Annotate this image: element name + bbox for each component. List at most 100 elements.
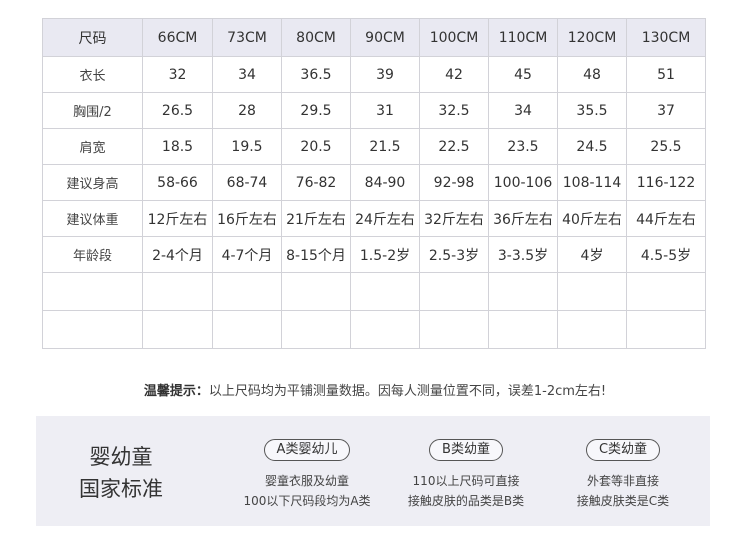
table-row: 建议身高 58-66 68-74 76-82 84-90 92-98 100-1… — [42, 164, 706, 201]
table-cell: 44斤左右 — [626, 200, 706, 237]
table-cell: 36.5 — [281, 56, 351, 93]
table-cell: 45 — [488, 56, 558, 93]
table-cell: 37 — [626, 92, 706, 129]
empty-row — [42, 272, 706, 311]
table-cell: 29.5 — [281, 92, 351, 129]
table-cell: 42 — [419, 56, 489, 93]
table-row: 肩宽 18.5 19.5 20.5 21.5 22.5 23.5 24.5 25… — [42, 128, 706, 165]
table-cell: 4岁 — [557, 236, 627, 273]
header-cell: 110CM — [488, 18, 558, 57]
standard-title-line: 国家标准 — [79, 477, 163, 501]
table-row: 衣长 32 34 36.5 39 42 45 48 51 — [42, 56, 706, 93]
header-cell: 90CM — [350, 18, 420, 57]
table-cell: 40斤左右 — [557, 200, 627, 237]
row-label: 肩宽 — [42, 128, 143, 165]
table-cell: 19.5 — [212, 128, 282, 165]
table-cell: 1.5-2岁 — [350, 236, 420, 273]
header-cell: 尺码 — [42, 18, 143, 57]
header-cell: 120CM — [557, 18, 627, 57]
empty-cell — [557, 310, 627, 349]
class-b-badge: B类幼童 — [429, 439, 503, 461]
empty-cell — [350, 310, 420, 349]
table-cell: 92-98 — [419, 164, 489, 201]
table-cell: 4.5-5岁 — [626, 236, 706, 273]
table-cell: 100-106 — [488, 164, 558, 201]
header-cell: 73CM — [212, 18, 282, 57]
row-label: 建议身高 — [42, 164, 143, 201]
empty-cell — [626, 272, 706, 311]
table-row: 年龄段 2-4个月 4-7个月 8-15个月 1.5-2岁 2.5-3岁 3-3… — [42, 236, 706, 273]
class-a-block: A类婴幼儿 婴童衣服及幼童 100以下尺码段均为A类 — [222, 438, 392, 511]
description-line: 外套等非直接 — [586, 474, 659, 488]
national-standard-panel: 婴幼童 国家标准 A类婴幼儿 婴童衣服及幼童 100以下尺码段均为A类 B类幼童… — [36, 416, 710, 526]
description-line: 110以上尺码可直接 — [412, 474, 520, 488]
table-cell: 23.5 — [488, 128, 558, 165]
table-row: 胸围/2 26.5 28 29.5 31 32.5 34 35.5 37 — [42, 92, 706, 129]
table-cell: 34 — [488, 92, 558, 129]
empty-cell — [350, 272, 420, 311]
table-cell: 21斤左右 — [281, 200, 351, 237]
table-cell: 20.5 — [281, 128, 351, 165]
table-cell: 8-15个月 — [281, 236, 351, 273]
class-c-block: C类幼童 外套等非直接 接触皮肤类是C类 — [538, 438, 708, 511]
notice-label: 温馨提示： — [143, 384, 209, 399]
class-b-description: 110以上尺码可直接 接触皮肤的品类是B类 — [381, 471, 551, 511]
empty-cell — [212, 310, 282, 349]
row-label: 胸围/2 — [42, 92, 143, 129]
description-line: 接触皮肤的品类是B类 — [407, 494, 525, 508]
table-cell: 22.5 — [419, 128, 489, 165]
table-cell: 116-122 — [626, 164, 706, 201]
header-cell: 66CM — [142, 18, 213, 57]
empty-cell — [42, 310, 143, 349]
header-cell: 130CM — [626, 18, 706, 57]
table-cell: 108-114 — [557, 164, 627, 201]
table-cell: 68-74 — [212, 164, 282, 201]
table-cell: 28 — [212, 92, 282, 129]
row-label: 建议体重 — [42, 200, 143, 237]
table-cell: 48 — [557, 56, 627, 93]
table-cell: 34 — [212, 56, 282, 93]
empty-cell — [419, 272, 489, 311]
description-line: 接触皮肤类是C类 — [576, 494, 670, 508]
header-cell: 100CM — [419, 18, 489, 57]
table-cell: 58-66 — [142, 164, 213, 201]
row-label: 衣长 — [42, 56, 143, 93]
class-a-badge: A类婴幼儿 — [263, 439, 351, 461]
table-header-row: 尺码 66CM 73CM 80CM 90CM 100CM 110CM 120CM… — [42, 18, 706, 57]
standard-title-line: 婴幼童 — [89, 445, 153, 469]
empty-cell — [42, 272, 143, 311]
table-cell: 32.5 — [419, 92, 489, 129]
notice-text: 以上尺码均为平铺测量数据。因每人测量位置不同，误差1-2cm左右! — [208, 384, 607, 399]
empty-cell — [488, 310, 558, 349]
table-cell: 12斤左右 — [142, 200, 213, 237]
size-chart-table: 尺码 66CM 73CM 80CM 90CM 100CM 110CM 120CM… — [42, 18, 706, 349]
table-cell: 35.5 — [557, 92, 627, 129]
empty-cell — [142, 272, 213, 311]
empty-cell — [281, 272, 351, 311]
header-cell: 80CM — [281, 18, 351, 57]
table-cell: 84-90 — [350, 164, 420, 201]
table-cell: 18.5 — [142, 128, 213, 165]
table-cell: 25.5 — [626, 128, 706, 165]
standard-title: 婴幼童 国家标准 — [66, 441, 176, 505]
description-line: 100以下尺码段均为A类 — [243, 494, 371, 508]
table-cell: 76-82 — [281, 164, 351, 201]
table-cell: 4-7个月 — [212, 236, 282, 273]
class-c-badge: C类幼童 — [585, 439, 661, 461]
table-cell: 26.5 — [142, 92, 213, 129]
table-cell: 2.5-3岁 — [419, 236, 489, 273]
empty-cell — [142, 310, 213, 349]
empty-cell — [281, 310, 351, 349]
empty-cell — [488, 272, 558, 311]
table-cell: 16斤左右 — [212, 200, 282, 237]
table-row: 建议体重 12斤左右 16斤左右 21斤左右 24斤左右 32斤左右 36斤左右… — [42, 200, 706, 237]
table-cell: 32斤左右 — [419, 200, 489, 237]
empty-cell — [626, 310, 706, 349]
row-label: 年龄段 — [42, 236, 143, 273]
description-line: 婴童衣服及幼童 — [264, 474, 349, 488]
class-a-description: 婴童衣服及幼童 100以下尺码段均为A类 — [222, 471, 392, 511]
measurement-notice: 温馨提示：以上尺码均为平铺测量数据。因每人测量位置不同，误差1-2cm左右! — [0, 380, 750, 399]
table-cell: 31 — [350, 92, 420, 129]
class-b-block: B类幼童 110以上尺码可直接 接触皮肤的品类是B类 — [381, 438, 551, 511]
table-cell: 32 — [142, 56, 213, 93]
